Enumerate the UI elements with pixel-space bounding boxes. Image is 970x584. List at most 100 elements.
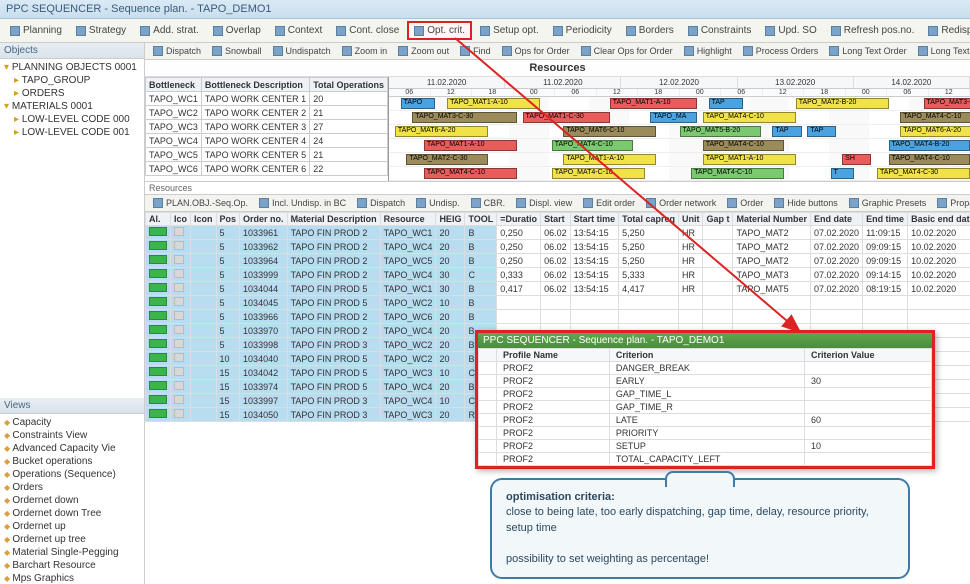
subtoolbar-button[interactable]: Find bbox=[455, 44, 496, 58]
col-header[interactable]: TOOL bbox=[465, 213, 497, 226]
tree-node[interactable]: PLANNING OBJECTS 0001 bbox=[2, 61, 142, 74]
overlap-button[interactable]: Overlap bbox=[207, 22, 267, 39]
setup-opt-button[interactable]: Setup opt. bbox=[474, 22, 545, 39]
view-item[interactable]: Material Single-Pegging bbox=[2, 546, 142, 559]
opt-crit-button[interactable]: Opt. crit. bbox=[407, 21, 472, 40]
gantt-row[interactable]: TAPO_MAT4-C-10TAPO_MAT4-C-10TAPO_MAT4-C-… bbox=[389, 167, 970, 181]
gantt-bar[interactable]: TAP bbox=[709, 98, 744, 109]
grid-toolbar-button[interactable]: Incl. Undisp. in BC bbox=[254, 196, 351, 210]
col-header[interactable]: Pos bbox=[216, 213, 240, 226]
gantt-row[interactable]: TAPO TAPO_MAT1-A-10 TAPO_MAT1-A-10 TAP TAPO_… bbox=[389, 97, 970, 111]
col-header[interactable]: Profile Name bbox=[497, 349, 610, 362]
opt-crit-popup[interactable]: PPC SEQUENCER - Sequence plan. - TAPO_DE… bbox=[475, 330, 935, 469]
col-header[interactable]: Material Number bbox=[733, 213, 811, 226]
gantt-bar[interactable]: TAPO_MAT4-C-10 bbox=[889, 154, 970, 165]
bottleneck-row[interactable]: TAPO_WC6TAPO WORK CENTER 622 bbox=[146, 162, 388, 176]
col-header[interactable]: Material Description bbox=[287, 213, 380, 226]
col-header[interactable]: Total Operations bbox=[310, 78, 388, 92]
subtoolbar-button[interactable]: Undispatch bbox=[268, 44, 336, 58]
gantt-bar[interactable]: TAPO_MAT6-A-20 bbox=[395, 126, 488, 137]
gantt-bar[interactable]: TAPO bbox=[401, 98, 436, 109]
table-row[interactable]: 51033964TAPO FIN PROD 2TAPO_WC520B0,2500… bbox=[146, 254, 970, 268]
context-button[interactable]: Context bbox=[269, 22, 328, 39]
criteria-table[interactable]: Profile NameCriterionCriterion Value PRO… bbox=[478, 348, 932, 466]
gantt-bar[interactable]: TAPO_MAT4-C-10 bbox=[552, 168, 645, 179]
view-item[interactable]: Barchart Resource bbox=[2, 559, 142, 572]
bottleneck-row[interactable]: TAPO_WC5TAPO WORK CENTER 521 bbox=[146, 148, 388, 162]
view-item[interactable]: Ordernet down bbox=[2, 494, 142, 507]
subtoolbar-button[interactable]: Dispatch bbox=[148, 44, 206, 58]
col-header[interactable]: Bottleneck bbox=[146, 78, 202, 92]
gantt-bar[interactable]: TAPO_MAT4-C-10 bbox=[703, 112, 796, 123]
gantt-bar[interactable]: TAPO_MAT5-B-20 bbox=[680, 126, 761, 137]
criteria-row[interactable]: PROF2SETUP10 bbox=[479, 440, 932, 453]
view-item[interactable]: Operations (Sequence) bbox=[2, 468, 142, 481]
gantt-bar[interactable]: TAPO_MAT1-A-10 bbox=[447, 98, 540, 109]
refresh-pos-button[interactable]: Refresh pos.no. bbox=[825, 22, 921, 39]
col-header[interactable]: Ico bbox=[171, 213, 191, 226]
col-header[interactable]: Al. bbox=[146, 213, 171, 226]
subtoolbar-button[interactable]: Ops for Order bbox=[497, 44, 575, 58]
gantt-bar[interactable]: TAPO_MAT1-A-10 bbox=[610, 98, 697, 109]
table-row[interactable]: 51033966TAPO FIN PROD 2TAPO_WC620B bbox=[146, 310, 970, 324]
grid-toolbar-button[interactable]: Graphic Presets bbox=[844, 196, 932, 210]
criteria-row[interactable]: PROF2GAP_TIME_R bbox=[479, 401, 932, 414]
gantt-bar[interactable]: TAPO_MAT1-A-10 bbox=[703, 154, 796, 165]
borders-button[interactable]: Borders bbox=[620, 22, 680, 39]
grid-toolbar-button[interactable]: Order network bbox=[641, 196, 721, 210]
col-header[interactable]: Order no. bbox=[240, 213, 288, 226]
gantt-bar[interactable]: TAPO_MAT6-A-20 bbox=[900, 126, 970, 137]
constraints-button[interactable]: Constraints bbox=[682, 22, 758, 39]
gantt-bar[interactable]: TAPO_MAT4-B-20 bbox=[889, 140, 970, 151]
subtoolbar-button[interactable]: Long Text BN bbox=[913, 44, 970, 58]
criteria-row[interactable]: PROF2EARLY30 bbox=[479, 375, 932, 388]
subtoolbar-button[interactable]: Highlight bbox=[679, 44, 737, 58]
tree-node[interactable]: TAPO_GROUP bbox=[2, 74, 142, 87]
view-item[interactable]: Ordernet down Tree bbox=[2, 507, 142, 520]
table-row[interactable]: 51034045TAPO FIN PROD 5TAPO_WC210B bbox=[146, 296, 970, 310]
objects-tree[interactable]: PLANNING OBJECTS 0001TAPO_GROUPORDERSMAT… bbox=[0, 59, 144, 141]
gantt-bar[interactable]: TAPO_MAT2-B-20 bbox=[796, 98, 889, 109]
criteria-row[interactable]: PROF2DANGER_BREAK bbox=[479, 362, 932, 375]
view-item[interactable]: Capacity bbox=[2, 416, 142, 429]
subtoolbar-button[interactable]: Process Orders bbox=[738, 44, 824, 58]
grid-toolbar-button[interactable]: Edit order bbox=[578, 196, 640, 210]
cont-close-button[interactable]: Cont. close bbox=[330, 22, 405, 39]
bottleneck-row[interactable]: TAPO_WC3TAPO WORK CENTER 327 bbox=[146, 120, 388, 134]
criteria-row[interactable]: PROF2LATE60 bbox=[479, 414, 932, 427]
gantt-bar[interactable]: TAPO_MAT4-C-10 bbox=[900, 112, 970, 123]
gantt-row[interactable]: TAPO_MAT3-C-30TAPO_MAT1-C-30TAPO_MATAPO_… bbox=[389, 111, 970, 125]
bottleneck-row[interactable]: TAPO_WC1TAPO WORK CENTER 120 bbox=[146, 92, 388, 106]
add-strat-button[interactable]: Add. strat. bbox=[134, 22, 205, 39]
gantt-bar[interactable]: TAP bbox=[772, 126, 801, 137]
gantt-bar[interactable]: TAPO_MAT1-A-10 bbox=[563, 154, 656, 165]
grid-toolbar-button[interactable]: Dispatch bbox=[352, 196, 410, 210]
view-item[interactable]: Constraints View bbox=[2, 429, 142, 442]
gantt-bar[interactable]: TAPO_MAT3-C-30 bbox=[412, 112, 517, 123]
col-header[interactable]: Criterion bbox=[609, 349, 804, 362]
col-header[interactable]: Criterion Value bbox=[804, 349, 931, 362]
gantt-row[interactable]: TAPO_MAT6-A-20TAPO_MAT6-C-10TAPO_MAT5-B-… bbox=[389, 125, 970, 139]
gantt-bar[interactable]: TAPO_MAT1-A-10 bbox=[424, 140, 517, 151]
periodicity-button[interactable]: Periodicity bbox=[547, 22, 618, 39]
col-header[interactable]: HEIG bbox=[436, 213, 465, 226]
col-header[interactable]: =Duratio bbox=[497, 213, 541, 226]
gantt-bar[interactable]: TAP bbox=[807, 126, 836, 137]
col-header[interactable]: Bottleneck Description bbox=[201, 78, 309, 92]
tree-node[interactable]: LOW-LEVEL CODE 000 bbox=[2, 113, 142, 126]
col-header[interactable]: Start bbox=[541, 213, 571, 226]
gantt-bar[interactable]: TAPO_MAT2-C-30 bbox=[406, 154, 487, 165]
grid-toolbar-button[interactable]: Displ. view bbox=[511, 196, 577, 210]
gantt-row[interactable]: TAPO_MAT2-C-30 TAPO_MAT1-A-10 TAPO_MAT1-A-… bbox=[389, 153, 970, 167]
gantt-row[interactable]: TAPO_MAT1-A-10TAPO_MAT4-C-10TAPO_MAT4-C-… bbox=[389, 139, 970, 153]
gantt-bar[interactable]: TAPO_MAT3-B-20 bbox=[924, 98, 970, 109]
gantt-bar[interactable]: TAPO_MA bbox=[650, 112, 696, 123]
col-header[interactable]: Resource bbox=[380, 213, 436, 226]
subtoolbar-button[interactable]: Long Text Order bbox=[824, 44, 911, 58]
upd-so-button[interactable]: Upd. SO bbox=[759, 22, 822, 39]
subtoolbar-button[interactable]: Zoom in bbox=[337, 44, 393, 58]
table-row[interactable]: 51034044TAPO FIN PROD 5TAPO_WC130B0,4170… bbox=[146, 282, 970, 296]
gantt-bar[interactable]: TAPO_MAT4-C-10 bbox=[424, 168, 517, 179]
tree-node[interactable]: MATERIALS 0001 bbox=[2, 100, 142, 113]
grid-toolbar-button[interactable]: PLAN.OBJ.-Seq.Op. bbox=[148, 196, 253, 210]
